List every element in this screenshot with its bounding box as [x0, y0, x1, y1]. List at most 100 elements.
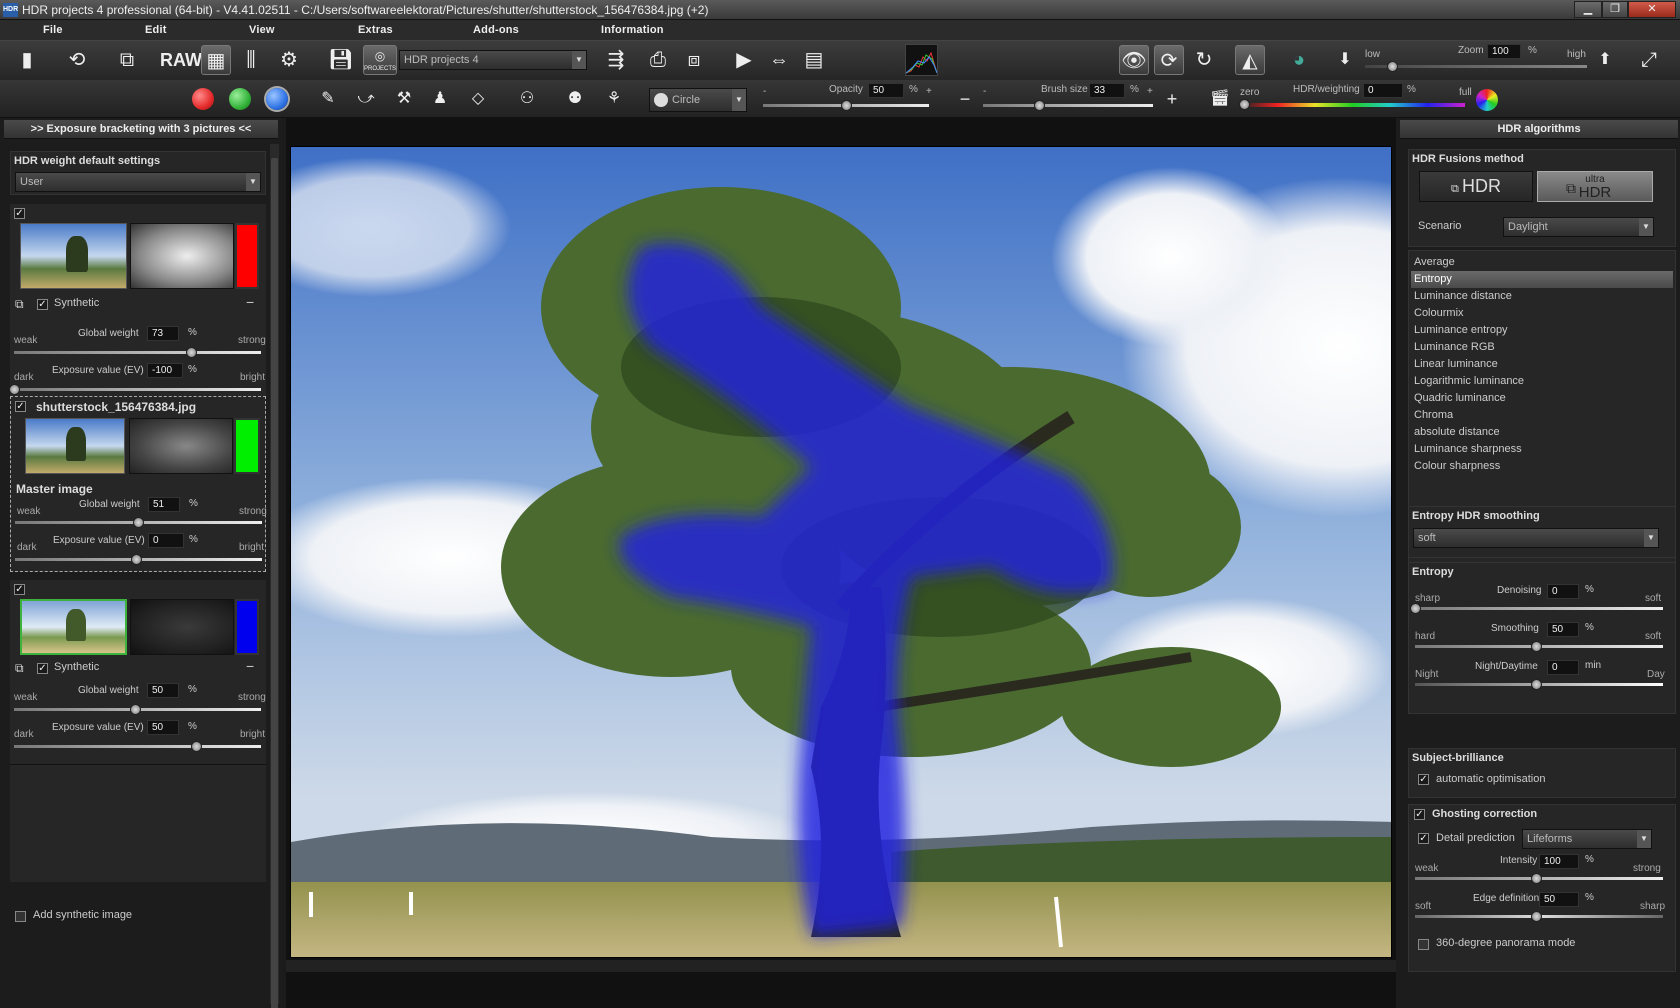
image-1-color-swatch[interactable] [235, 223, 259, 289]
brush-icon[interactable]: ✎ [313, 84, 343, 114]
hdr-mode-button[interactable]: ⧉ HDR [1419, 171, 1533, 202]
minimize-button[interactable]: ▁ [1574, 1, 1602, 18]
image-2-exposure-knob[interactable] [131, 554, 142, 565]
algorithm-item[interactable]: Entropy [1411, 271, 1673, 288]
image-3-exposure-input[interactable]: 50 [147, 720, 179, 735]
image-1-exposure-input[interactable]: -100 [147, 363, 183, 378]
eraser-icon[interactable]: ◇ [463, 84, 493, 114]
image-1-weight-knob[interactable] [185, 347, 197, 358]
close-button[interactable]: ✕ [1628, 1, 1676, 18]
left-panel-scrollbar[interactable] [270, 144, 279, 1008]
slideshow-icon[interactable]: ▶ [729, 45, 759, 75]
denoising-input[interactable]: 0 [1547, 584, 1579, 599]
smudge-icon[interactable]: ⚒ [389, 84, 419, 114]
algorithm-item[interactable]: Luminance sharpness [1411, 441, 1673, 458]
night-input[interactable]: 0 [1547, 660, 1579, 675]
ghosting-checkbox[interactable]: ✓ [1414, 809, 1425, 820]
brush-size-increase-icon[interactable]: + [1157, 84, 1187, 114]
synthetic-icon[interactable]: ⧉ [15, 297, 24, 312]
image-3-synthetic-checkbox[interactable]: ✓ [37, 663, 48, 674]
brush-size-input[interactable]: 33 [1089, 83, 1125, 98]
denoising-slider[interactable] [1415, 607, 1663, 610]
image-3-color-swatch[interactable] [235, 599, 259, 655]
menu-view[interactable]: View [249, 24, 275, 36]
copy-icon[interactable]: ⧉ [112, 45, 142, 75]
image-1-thumbnail[interactable] [20, 223, 127, 289]
adjustments-icon[interactable]: ⫼ [236, 45, 266, 75]
entropy-smoothing-select[interactable]: soft ▼ [1413, 528, 1659, 548]
brush-size-slider-knob[interactable] [1034, 100, 1046, 111]
add-synthetic-checkbox[interactable] [15, 911, 26, 922]
algorithm-item[interactable]: Linear luminance [1411, 356, 1673, 373]
preset-select[interactable]: HDR projects 4 ▼ [399, 50, 587, 70]
image-2-thumbnail[interactable] [25, 418, 125, 474]
raw-button[interactable]: RAW [160, 45, 202, 75]
image-3-weight-knob[interactable] [130, 704, 141, 715]
synthetic-icon[interactable]: ⧉ [15, 661, 24, 676]
image-1-synthetic-checkbox[interactable]: ✓ [37, 299, 48, 310]
edge-knob[interactable] [1531, 911, 1542, 922]
algorithm-item[interactable]: Average [1411, 254, 1673, 271]
image-1-enable-checkbox[interactable]: ✓ [14, 208, 25, 219]
projects-button[interactable]: ◎ PROJECTS [363, 45, 397, 75]
scenario-select[interactable]: Daylight ▼ [1503, 217, 1654, 237]
export-icon[interactable]: ⇶ [601, 45, 631, 75]
intensity-input[interactable]: 100 [1539, 854, 1579, 869]
blue-channel-button[interactable] [266, 88, 288, 110]
ghost-icon[interactable]: ⚘ [599, 84, 629, 114]
scrollbar-thumb[interactable] [271, 158, 278, 1008]
brush-size-slider[interactable] [983, 104, 1153, 107]
opacity-input[interactable]: 50 [868, 83, 904, 98]
denoising-knob[interactable] [1410, 603, 1421, 614]
image-1-exposure-slider[interactable] [14, 388, 261, 391]
algorithm-item[interactable]: Chroma [1411, 407, 1673, 424]
intensity-knob[interactable] [1531, 873, 1542, 884]
image-2-weight-input[interactable]: 51 [148, 497, 180, 512]
smoothing-knob[interactable] [1531, 641, 1542, 652]
crop-icon[interactable]: ⤢ [1634, 45, 1664, 75]
print-icon[interactable]: ⎙ [643, 45, 673, 75]
info-icon[interactable]: ▤ [799, 45, 829, 75]
green-channel-button[interactable] [229, 88, 251, 110]
zoom-input[interactable]: 100 [1487, 44, 1521, 59]
zoom-out-icon[interactable]: ⬇ [1330, 45, 1360, 75]
color-wheel-icon[interactable] [1476, 89, 1498, 111]
history-icon[interactable]: ⟲ [62, 45, 92, 75]
weight-defaults-select[interactable]: User ▼ [15, 172, 261, 192]
image-3-enable-checkbox[interactable]: ✓ [14, 584, 25, 595]
image-2-weight-knob[interactable] [133, 517, 145, 528]
compare-icon[interactable]: ⇔ [764, 45, 794, 75]
settings-icon[interactable]: ⚙ [274, 45, 304, 75]
split-view-icon[interactable]: ◭ [1235, 45, 1265, 75]
detail-prediction-select[interactable]: Lifeforms ▼ [1522, 829, 1652, 849]
new-file-icon[interactable]: ▮ [12, 45, 42, 75]
image-1-exposure-knob[interactable] [9, 384, 20, 395]
auto-optimisation-checkbox[interactable]: ✓ [1418, 774, 1429, 785]
algorithm-item[interactable]: Luminance distance [1411, 288, 1673, 305]
clapper-icon[interactable]: 🎬︎ [1205, 84, 1235, 114]
ultra-hdr-mode-button[interactable]: ⧉ ultra HDR [1537, 171, 1653, 202]
weighting-input[interactable]: 0 [1363, 83, 1403, 98]
menu-edit[interactable]: Edit [145, 24, 167, 36]
algorithm-item[interactable]: Luminance RGB [1411, 339, 1673, 356]
panorama-checkbox[interactable] [1418, 939, 1429, 950]
menu-file[interactable]: File [43, 24, 63, 36]
curve-icon[interactable]: ⤻ [351, 84, 381, 114]
zoom-slider-knob[interactable] [1387, 61, 1398, 72]
batch-icon[interactable]: ⧈ [679, 45, 709, 75]
algorithm-item[interactable]: Luminance entropy [1411, 322, 1673, 339]
zoom-in-icon[interactable]: ⬆ [1590, 45, 1620, 75]
save-icon[interactable]: 💾︎ [326, 45, 356, 75]
redo-icon[interactable]: ↻ [1189, 45, 1219, 75]
mask-icon[interactable]: ⚇ [512, 84, 542, 114]
edge-input[interactable]: 50 [1539, 892, 1579, 907]
zoom-slider[interactable] [1365, 65, 1587, 68]
image-1-weight-slider[interactable] [14, 351, 261, 354]
color-globe-icon[interactable]: ◕ [1284, 45, 1314, 75]
image-2-color-swatch[interactable] [234, 418, 260, 474]
maximize-button[interactable]: ❐ [1602, 1, 1628, 18]
algorithm-item[interactable]: Colour sharpness [1411, 458, 1673, 475]
weighting-slider-knob[interactable] [1239, 99, 1250, 110]
menu-information[interactable]: Information [601, 24, 664, 36]
night-knob[interactable] [1531, 679, 1542, 690]
